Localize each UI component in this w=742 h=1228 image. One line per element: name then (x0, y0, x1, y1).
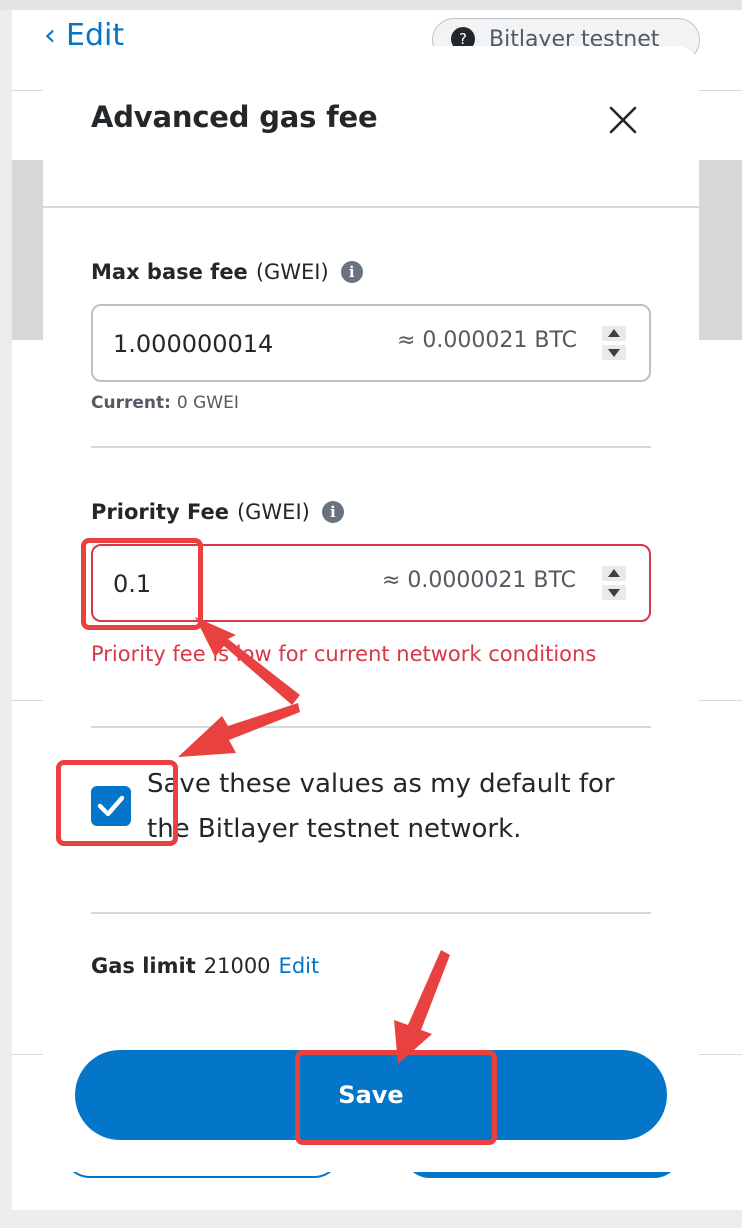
annotation-arrows (178, 617, 450, 1064)
arrow-to-priority-fee (195, 617, 300, 705)
arrow-to-checkbox (178, 703, 300, 757)
arrow-to-save-button (394, 950, 450, 1064)
